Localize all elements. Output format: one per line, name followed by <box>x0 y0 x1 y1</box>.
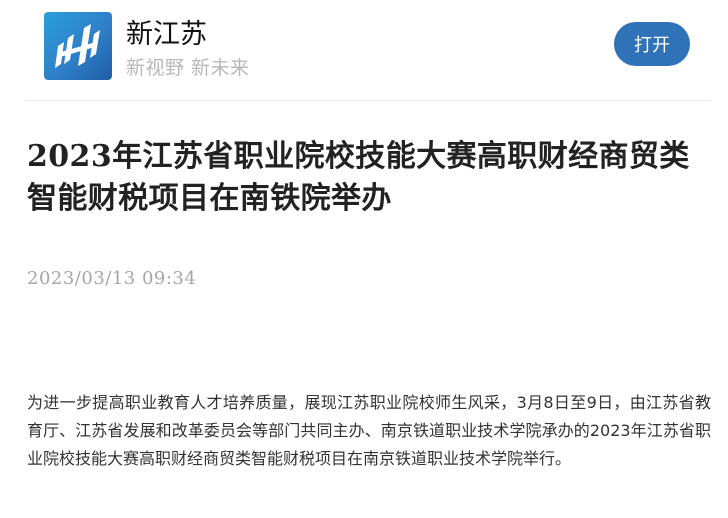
app-logo-icon <box>44 12 112 80</box>
header-divider <box>26 100 710 101</box>
article-title: 2023年江苏省职业院校技能大赛高职财经商贸类智能财税项目在南铁院举办 <box>27 139 690 216</box>
open-app-button[interactable]: 打开 <box>614 22 690 66</box>
publish-date: 2023/03/13 09:34 <box>27 268 197 289</box>
app-banner: 新江苏 新视野 新未来 打开 <box>0 0 728 100</box>
article-paragraph: 为进一步提高职业教育人才培养质量，展现江苏职业院校师生风采，3月8日至9日，由江… <box>27 393 711 468</box>
app-slogan: 新视野 新未来 <box>126 57 250 79</box>
app-name: 新江苏 <box>126 19 207 50</box>
